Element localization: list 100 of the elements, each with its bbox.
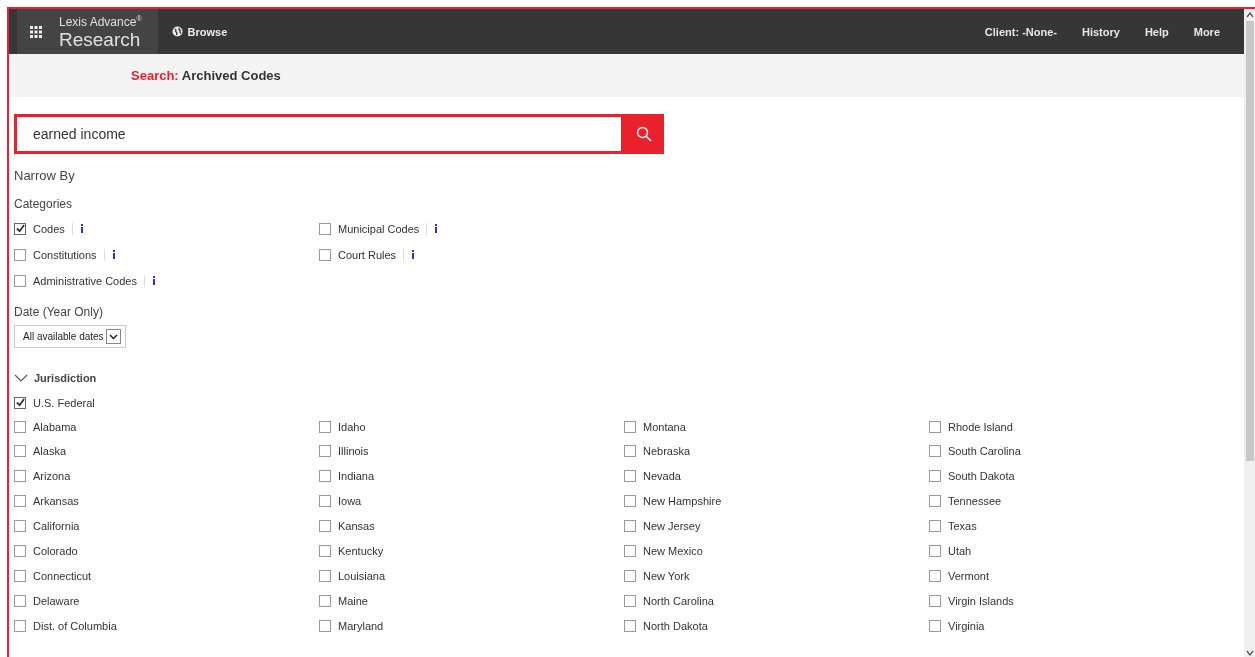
checkbox[interactable]: [929, 495, 941, 508]
checkbox[interactable]: [14, 396, 26, 409]
checkbox[interactable]: [624, 420, 636, 433]
scrollbar-thumb[interactable]: [1245, 21, 1254, 461]
category-label[interactable]: Constitutions: [33, 248, 97, 261]
jurisdiction-label[interactable]: Vermont: [948, 569, 989, 582]
checkbox[interactable]: [319, 470, 331, 483]
checkbox[interactable]: [14, 420, 26, 433]
date-dropdown[interactable]: All available dates: [14, 325, 126, 348]
checkbox[interactable]: [14, 495, 26, 508]
info-icon[interactable]: [79, 224, 84, 233]
scroll-down-icon[interactable]: [1245, 650, 1254, 656]
category-label[interactable]: Municipal Codes: [338, 222, 420, 235]
jurisdiction-label[interactable]: Nevada: [643, 470, 681, 483]
category-label[interactable]: Codes: [33, 222, 65, 235]
jurisdiction-label[interactable]: U.S. Federal: [33, 396, 95, 409]
jurisdiction-label[interactable]: Montana: [643, 420, 686, 433]
checkbox[interactable]: [14, 520, 26, 533]
jurisdiction-label[interactable]: Maine: [338, 594, 368, 607]
nav-link[interactable]: More: [1193, 25, 1220, 38]
jurisdiction-label[interactable]: Connecticut: [33, 569, 92, 582]
scroll-up-icon[interactable]: [1245, 12, 1254, 18]
checkbox[interactable]: [319, 222, 331, 235]
jurisdiction-label[interactable]: Virginia: [948, 619, 985, 632]
checkbox[interactable]: [14, 594, 26, 607]
jurisdiction-label[interactable]: Arizona: [33, 470, 71, 483]
browse-link[interactable]: Browse: [171, 25, 228, 38]
jurisdiction-label[interactable]: Alabama: [33, 420, 77, 433]
checkbox[interactable]: [624, 619, 636, 632]
jurisdiction-label[interactable]: Tennessee: [948, 495, 1002, 508]
apps-grid-icon[interactable]: [17, 9, 55, 54]
checkbox[interactable]: [929, 569, 941, 582]
nav-link[interactable]: Client: -None-: [984, 25, 1057, 38]
checkbox[interactable]: [319, 520, 331, 533]
checkbox[interactable]: [624, 470, 636, 483]
jurisdiction-label[interactable]: North Dakota: [643, 619, 708, 632]
jurisdiction-label[interactable]: Rhode Island: [948, 420, 1013, 433]
checkbox[interactable]: [929, 520, 941, 533]
jurisdiction-label[interactable]: California: [33, 520, 80, 533]
checkbox[interactable]: [624, 445, 636, 458]
checkbox[interactable]: [14, 274, 26, 287]
search-button[interactable]: [624, 114, 664, 154]
jurisdiction-label[interactable]: Arkansas: [33, 495, 79, 508]
brand-logo[interactable]: Lexis Advance$^{®}$ Research: [55, 9, 158, 54]
checkbox[interactable]: [319, 420, 331, 433]
jurisdiction-label[interactable]: Nebraska: [643, 445, 691, 458]
jurisdiction-label[interactable]: New Mexico: [643, 544, 703, 557]
checkbox[interactable]: [624, 520, 636, 533]
jurisdiction-label[interactable]: Virgin Islands: [948, 594, 1014, 607]
checkbox[interactable]: [929, 619, 941, 632]
checkbox[interactable]: [14, 544, 26, 557]
checkbox[interactable]: [319, 495, 331, 508]
jurisdiction-label[interactable]: Dist. of Columbia: [33, 619, 117, 632]
jurisdiction-label[interactable]: Iowa: [338, 495, 362, 508]
jurisdiction-label[interactable]: Kansas: [338, 520, 375, 533]
jurisdiction-label[interactable]: Louisiana: [338, 569, 386, 582]
checkbox[interactable]: [319, 445, 331, 458]
jurisdiction-label[interactable]: Alaska: [33, 445, 67, 458]
checkbox[interactable]: [14, 619, 26, 632]
jurisdiction-label[interactable]: Texas: [948, 520, 977, 533]
jurisdiction-label[interactable]: Kentucky: [338, 544, 384, 557]
jurisdiction-label[interactable]: Illinois: [338, 445, 369, 458]
info-icon[interactable]: [111, 250, 116, 259]
jurisdiction-label[interactable]: New Hampshire: [643, 495, 722, 508]
jurisdiction-label[interactable]: Colorado: [33, 544, 78, 557]
jurisdiction-label[interactable]: Utah: [948, 544, 972, 557]
checkbox[interactable]: [319, 594, 331, 607]
jurisdiction-label[interactable]: New York: [643, 569, 690, 582]
jurisdiction-label[interactable]: Delaware: [33, 594, 80, 607]
jurisdiction-label[interactable]: Idaho: [338, 420, 366, 433]
category-label[interactable]: Administrative Codes: [33, 274, 137, 287]
checkbox[interactable]: [14, 248, 26, 261]
checkbox[interactable]: [319, 544, 331, 557]
nav-link[interactable]: History: [1081, 25, 1120, 38]
checkbox[interactable]: [14, 222, 26, 235]
jurisdiction-label[interactable]: South Dakota: [948, 470, 1015, 483]
nav-link[interactable]: Help: [1144, 25, 1169, 38]
category-label[interactable]: Court Rules: [338, 248, 397, 261]
jurisdiction-label[interactable]: New Jersey: [643, 520, 701, 533]
checkbox[interactable]: [319, 248, 331, 261]
checkbox[interactable]: [929, 594, 941, 607]
checkbox[interactable]: [319, 569, 331, 582]
checkbox[interactable]: [624, 544, 636, 557]
checkbox[interactable]: [929, 470, 941, 483]
info-icon[interactable]: [151, 276, 156, 285]
search-field[interactable]: earned income: [14, 114, 624, 154]
checkbox[interactable]: [929, 420, 941, 433]
jurisdiction-label[interactable]: Indiana: [338, 470, 375, 483]
jurisdiction-label[interactable]: North Carolina: [643, 594, 714, 607]
checkbox[interactable]: [14, 470, 26, 483]
checkbox[interactable]: [319, 619, 331, 632]
checkbox[interactable]: [14, 569, 26, 582]
jurisdiction-label[interactable]: South Carolina: [948, 445, 1021, 458]
info-icon[interactable]: [411, 250, 416, 259]
jurisdiction-toggle[interactable]: Jurisdiction: [14, 372, 97, 384]
checkbox[interactable]: [929, 445, 941, 458]
checkbox[interactable]: [624, 594, 636, 607]
jurisdiction-label[interactable]: Maryland: [338, 619, 384, 632]
checkbox[interactable]: [624, 495, 636, 508]
checkbox[interactable]: [624, 569, 636, 582]
